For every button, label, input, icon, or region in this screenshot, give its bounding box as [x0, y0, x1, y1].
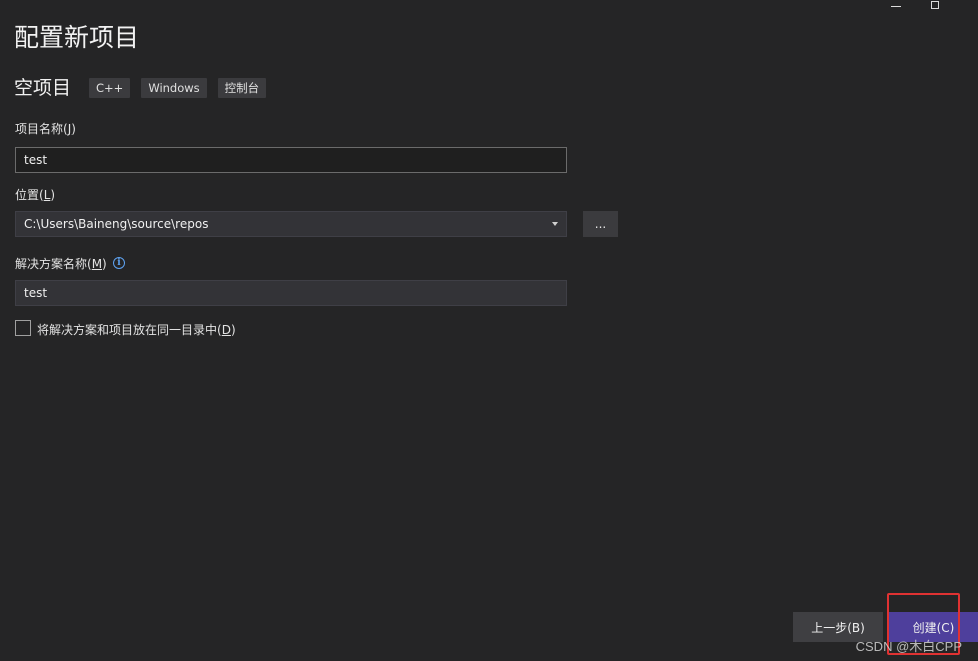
template-summary: 空项目 C++ Windows 控制台	[14, 74, 277, 102]
project-name-input[interactable]	[15, 147, 567, 173]
watermark: CSDN @木白CPP	[855, 639, 962, 654]
template-name: 空项目	[14, 77, 72, 99]
tag-platform: Windows	[141, 78, 207, 98]
minimize-icon[interactable]	[876, 0, 916, 14]
window-controls	[876, 0, 956, 14]
same-directory-checkbox[interactable]	[15, 320, 31, 336]
info-icon[interactable]: i	[113, 257, 125, 269]
chevron-down-icon[interactable]	[552, 222, 558, 226]
tag-language: C++	[89, 78, 131, 98]
maximize-icon[interactable]	[916, 0, 956, 14]
location-label: 位置(L)	[15, 188, 56, 202]
tag-project-type: 控制台	[217, 78, 267, 98]
location-value: C:\Users\Baineng\source\repos	[24, 217, 209, 231]
same-directory-label[interactable]: 将解决方案和项目放在同一目录中(D)	[37, 321, 236, 338]
location-combobox[interactable]: C:\Users\Baineng\source\repos	[15, 211, 567, 237]
browse-button[interactable]: ...	[583, 211, 618, 237]
page-title: 配置新项目	[14, 23, 140, 52]
solution-name-input[interactable]	[15, 280, 567, 306]
solution-name-label: 解决方案名称(M)	[15, 257, 107, 271]
project-name-label: 项目名称(J)	[15, 122, 76, 136]
